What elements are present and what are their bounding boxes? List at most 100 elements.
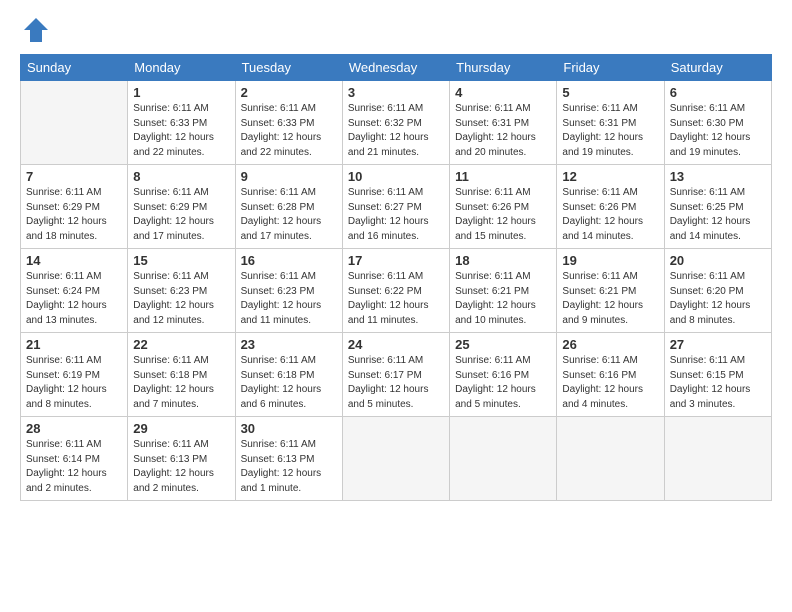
col-wednesday: Wednesday <box>342 55 449 81</box>
col-monday: Monday <box>128 55 235 81</box>
col-sunday: Sunday <box>21 55 128 81</box>
calendar-table: Sunday Monday Tuesday Wednesday Thursday… <box>20 54 772 501</box>
calendar-cell: 7 Sunrise: 6:11 AMSunset: 6:29 PMDaylight… <box>21 165 128 249</box>
day-number: 18 <box>455 253 551 268</box>
calendar-cell <box>342 417 449 501</box>
day-number: 2 <box>241 85 337 100</box>
calendar-cell: 2 Sunrise: 6:11 AMSunset: 6:33 PMDaylight… <box>235 81 342 165</box>
calendar-cell: 19Sunrise: 6:11 AMSunset: 6:21 PMDayligh… <box>557 249 664 333</box>
calendar-cell: 8 Sunrise: 6:11 AMSunset: 6:29 PMDaylight… <box>128 165 235 249</box>
day-info: Sunrise: 6:11 AMSunset: 6:33 PMDaylight:… <box>241 102 337 160</box>
calendar-cell: 23 Sunrise: 6:11 AMSunset: 6:18 PMDayligh… <box>235 333 342 417</box>
day-info: Sunrise: 6:11 AMSunset: 6:24 PMDaylight:… <box>26 270 122 328</box>
day-info: Sunrise: 6:11 AMSunset: 6:23 PMDaylight:… <box>241 270 337 328</box>
day-info: Sunrise: 6:11 AMSunset: 6:30 PMDaylight:… <box>670 102 766 160</box>
day-number: 16 <box>241 253 337 268</box>
day-number: 20 <box>670 253 766 268</box>
calendar-cell: 5 Sunrise: 6:11 AMSunset: 6:31 PMDaylight… <box>557 81 664 165</box>
day-info: Sunrise: 6:11 AMSunset: 6:15 PMDaylight:… <box>670 354 766 412</box>
calendar-cell: 15 Sunrise: 6:11 AMSunset: 6:23 PMDayligh… <box>128 249 235 333</box>
calendar-cell: 13 Sunrise: 6:11 AMSunset: 6:25 PMDayligh… <box>664 165 771 249</box>
day-info: Sunrise: 6:11 AMSunset: 6:23 PMDaylight:… <box>133 270 229 328</box>
calendar-cell <box>21 81 128 165</box>
calendar-cell: 16 Sunrise: 6:11 AMSunset: 6:23 PMDayligh… <box>235 249 342 333</box>
day-info: Sunrise: 6:11 AMSunset: 6:26 PMDaylight:… <box>562 186 658 244</box>
day-info: Sunrise: 6:11 AMSunset: 6:32 PMDaylight:… <box>348 102 444 160</box>
day-number: 5 <box>562 85 658 100</box>
calendar-cell: 27 Sunrise: 6:11 AMSunset: 6:15 PMDayligh… <box>664 333 771 417</box>
day-number: 11 <box>455 169 551 184</box>
day-number: 23 <box>241 337 337 352</box>
day-info: Sunrise: 6:11 AMSunset: 6:18 PMDaylight:… <box>241 354 337 412</box>
logo-icon <box>22 16 50 44</box>
day-info: Sunrise: 6:11 AMSunset: 6:26 PMDaylight:… <box>455 186 551 244</box>
day-info: Sunrise: 6:11 AMSunset: 6:13 PMDaylight:… <box>241 438 337 496</box>
day-number: 6 <box>670 85 766 100</box>
day-info: Sunrise: 6:11 AMSunset: 6:16 PMDaylight:… <box>562 354 658 412</box>
day-number: 7 <box>26 169 122 184</box>
day-number: 10 <box>348 169 444 184</box>
day-info: Sunrise: 6:11 AMSunset: 6:27 PMDaylight:… <box>348 186 444 244</box>
day-info: Sunrise: 6:11 AMSunset: 6:16 PMDaylight:… <box>455 354 551 412</box>
day-number: 28 <box>26 421 122 436</box>
day-info: Sunrise: 6:11 AMSunset: 6:31 PMDaylight:… <box>455 102 551 160</box>
col-friday: Friday <box>557 55 664 81</box>
day-number: 29 <box>133 421 229 436</box>
day-info: Sunrise: 6:11 AMSunset: 6:20 PMDaylight:… <box>670 270 766 328</box>
day-number: 21 <box>26 337 122 352</box>
calendar-cell: 6 Sunrise: 6:11 AMSunset: 6:30 PMDaylight… <box>664 81 771 165</box>
calendar-cell: 22Sunrise: 6:11 AMSunset: 6:18 PMDayligh… <box>128 333 235 417</box>
calendar-cell <box>557 417 664 501</box>
day-info: Sunrise: 6:11 AMSunset: 6:25 PMDaylight:… <box>670 186 766 244</box>
calendar-cell: 21 Sunrise: 6:11 AMSunset: 6:19 PMDayligh… <box>21 333 128 417</box>
col-tuesday: Tuesday <box>235 55 342 81</box>
day-number: 25 <box>455 337 551 352</box>
day-number: 3 <box>348 85 444 100</box>
day-info: Sunrise: 6:11 AMSunset: 6:19 PMDaylight:… <box>26 354 122 412</box>
calendar-cell: 25 Sunrise: 6:11 AMSunset: 6:16 PMDayligh… <box>450 333 557 417</box>
day-info: Sunrise: 6:11 AMSunset: 6:21 PMDaylight:… <box>455 270 551 328</box>
day-number: 13 <box>670 169 766 184</box>
calendar-header-row: Sunday Monday Tuesday Wednesday Thursday… <box>21 55 772 81</box>
calendar-cell: 29Sunrise: 6:11 AMSunset: 6:13 PMDayligh… <box>128 417 235 501</box>
day-number: 22 <box>133 337 229 352</box>
day-info: Sunrise: 6:11 AMSunset: 6:29 PMDaylight:… <box>26 186 122 244</box>
day-info: Sunrise: 6:11 AMSunset: 6:22 PMDaylight:… <box>348 270 444 328</box>
calendar-cell: 12 Sunrise: 6:11 AMSunset: 6:26 PMDayligh… <box>557 165 664 249</box>
day-info: Sunrise: 6:11 AMSunset: 6:21 PMDaylight:… <box>562 270 658 328</box>
day-number: 15 <box>133 253 229 268</box>
calendar-cell: 3 Sunrise: 6:11 AMSunset: 6:32 PMDaylight… <box>342 81 449 165</box>
day-number: 12 <box>562 169 658 184</box>
day-number: 1 <box>133 85 229 100</box>
calendar-cell: 28 Sunrise: 6:11 AMSunset: 6:14 PMDayligh… <box>21 417 128 501</box>
calendar-cell: 1 Sunrise: 6:11 AMSunset: 6:33 PMDaylight… <box>128 81 235 165</box>
day-number: 14 <box>26 253 122 268</box>
calendar-cell: 24 Sunrise: 6:11 AMSunset: 6:17 PMDayligh… <box>342 333 449 417</box>
day-number: 8 <box>133 169 229 184</box>
page-header <box>20 16 772 44</box>
col-saturday: Saturday <box>664 55 771 81</box>
calendar-cell: 4 Sunrise: 6:11 AMSunset: 6:31 PMDaylight… <box>450 81 557 165</box>
day-info: Sunrise: 6:11 AMSunset: 6:14 PMDaylight:… <box>26 438 122 496</box>
calendar-cell: 20 Sunrise: 6:11 AMSunset: 6:20 PMDayligh… <box>664 249 771 333</box>
day-number: 4 <box>455 85 551 100</box>
day-number: 27 <box>670 337 766 352</box>
calendar-cell: 26Sunrise: 6:11 AMSunset: 6:16 PMDayligh… <box>557 333 664 417</box>
day-info: Sunrise: 6:11 AMSunset: 6:29 PMDaylight:… <box>133 186 229 244</box>
day-info: Sunrise: 6:11 AMSunset: 6:17 PMDaylight:… <box>348 354 444 412</box>
day-info: Sunrise: 6:11 AMSunset: 6:28 PMDaylight:… <box>241 186 337 244</box>
logo <box>20 16 50 44</box>
day-info: Sunrise: 6:11 AMSunset: 6:31 PMDaylight:… <box>562 102 658 160</box>
day-number: 24 <box>348 337 444 352</box>
col-thursday: Thursday <box>450 55 557 81</box>
day-info: Sunrise: 6:11 AMSunset: 6:33 PMDaylight:… <box>133 102 229 160</box>
calendar-cell: 14 Sunrise: 6:11 AMSunset: 6:24 PMDayligh… <box>21 249 128 333</box>
day-number: 9 <box>241 169 337 184</box>
day-number: 17 <box>348 253 444 268</box>
calendar-cell: 11 Sunrise: 6:11 AMSunset: 6:26 PMDayligh… <box>450 165 557 249</box>
day-number: 30 <box>241 421 337 436</box>
calendar-cell: 30 Sunrise: 6:11 AMSunset: 6:13 PMDayligh… <box>235 417 342 501</box>
calendar-cell: 9 Sunrise: 6:11 AMSunset: 6:28 PMDaylight… <box>235 165 342 249</box>
calendar-cell: 18 Sunrise: 6:11 AMSunset: 6:21 PMDayligh… <box>450 249 557 333</box>
calendar-cell: 10 Sunrise: 6:11 AMSunset: 6:27 PMDayligh… <box>342 165 449 249</box>
